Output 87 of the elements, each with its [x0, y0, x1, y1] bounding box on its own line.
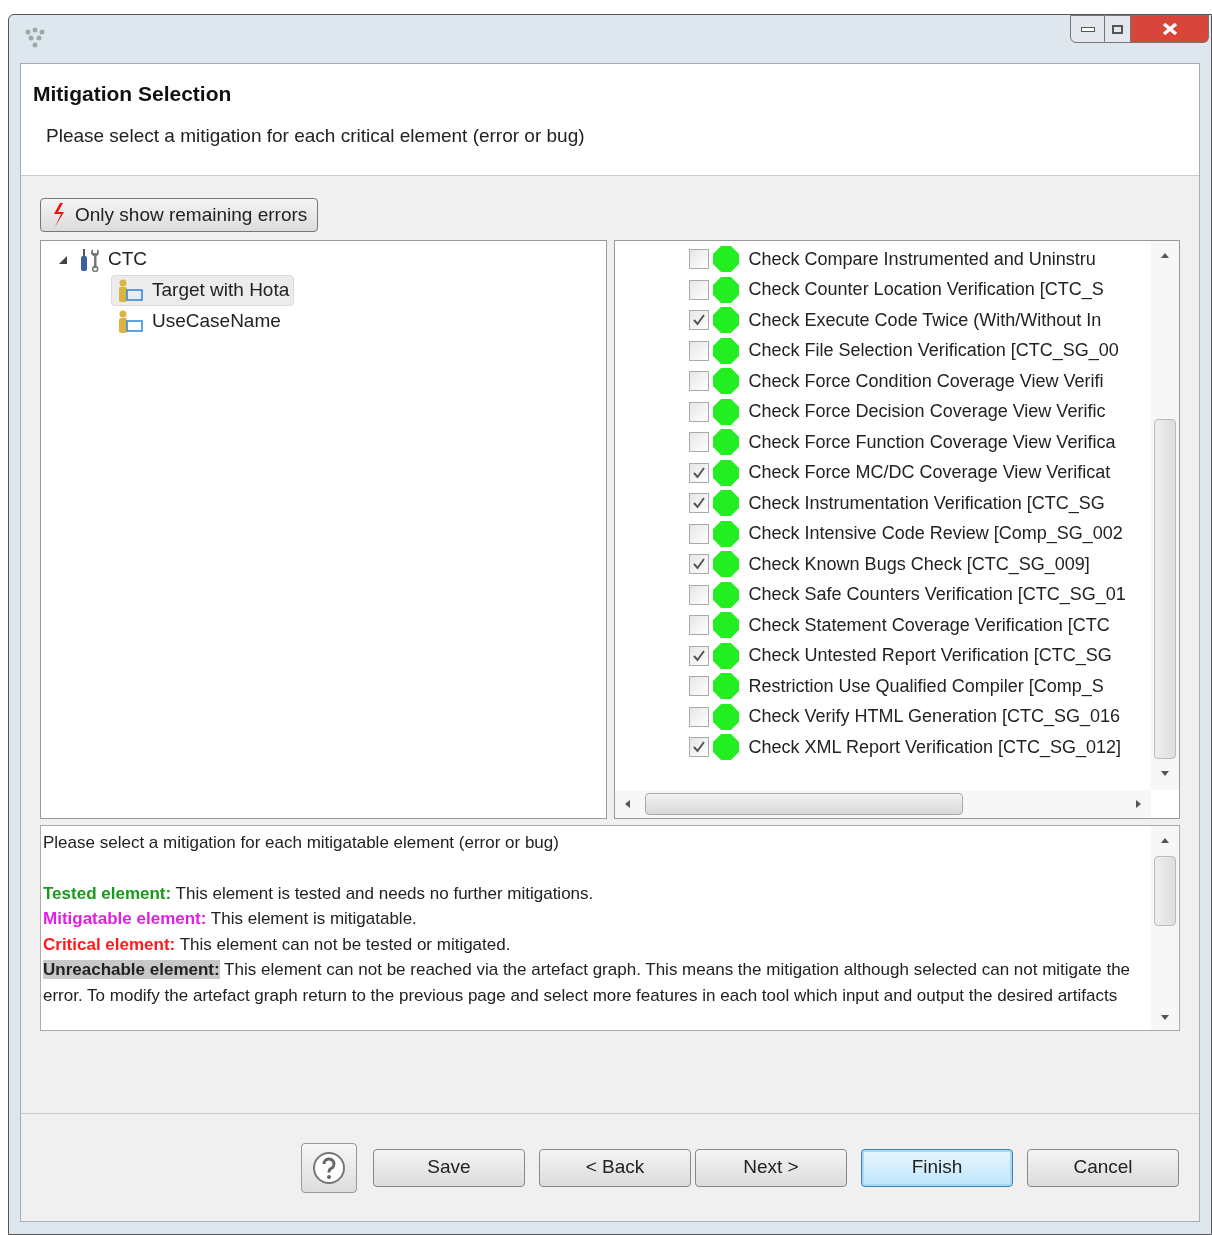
check-label: Check Known Bugs Check [CTC_SG_009]	[747, 552, 1090, 577]
filter-toggle-button[interactable]: Only show remaining errors	[40, 198, 319, 232]
scroll-up-arrow-icon[interactable]	[1160, 836, 1170, 846]
checkbox[interactable]	[688, 279, 709, 300]
scrollbar-thumb[interactable]	[1154, 856, 1176, 926]
dialog-button[interactable]: Save	[373, 1148, 525, 1187]
status-icon	[712, 246, 739, 273]
maximize-button[interactable]	[1105, 15, 1131, 43]
status-icon	[712, 612, 739, 639]
legend-entry: Critical element: This element can not be tested or mitigated.	[43, 933, 512, 956]
checkbox[interactable]	[688, 554, 709, 575]
check-label: Check Intensive Code Review [Comp_SG_002	[747, 522, 1123, 546]
person-folder-icon	[116, 278, 144, 303]
check-label: Check Safe Counters Verification [CTC_SG_01	[747, 583, 1126, 607]
status-icon	[712, 337, 739, 364]
status-icon	[712, 703, 739, 730]
scrollbar-thumb[interactable]	[644, 793, 963, 815]
status-icon	[712, 276, 739, 303]
check-label: Check Verify HTML Generation [CTC_SG_016	[747, 705, 1121, 729]
description-intro: Please select a mitigation for each mitigatable element (error or bug)	[43, 832, 560, 854]
checkbox[interactable]	[688, 462, 709, 483]
scrollbar-thumb[interactable]	[1154, 419, 1176, 759]
tree-item[interactable]: UseCaseName	[111, 306, 286, 337]
help-icon	[312, 1150, 346, 1185]
checkbox[interactable]	[688, 310, 709, 331]
page-subtitle: Please select a mitigation for each critical element (error or bug)	[45, 123, 586, 148]
legend-entry: Unreachable element: This element can not be reached via the artefact graph. This means the mitigation although selected can not mitigate the error. To modify the artefact graph return to the previous page and select more features in each tool which input and output the desired artifacts	[43, 959, 1132, 1007]
legend-entry: Mitigatable element: This element is mitigatable.	[43, 908, 418, 930]
status-icon	[712, 429, 739, 456]
status-icon	[712, 551, 739, 578]
dialog-button[interactable]: < Back	[539, 1148, 691, 1187]
dialog-button[interactable]: Next >	[695, 1148, 847, 1187]
checkbox[interactable]	[688, 371, 709, 392]
status-icon	[712, 459, 739, 486]
check-label: Check Force MC/DC Coverage View Verificat	[747, 461, 1111, 485]
scroll-up-arrow-icon[interactable]	[1160, 251, 1170, 261]
checkbox[interactable]	[688, 523, 709, 544]
checkbox[interactable]	[688, 493, 709, 514]
tree-item[interactable]: CTC	[73, 244, 153, 275]
checkbox[interactable]	[688, 249, 709, 270]
status-icon	[712, 520, 739, 547]
check-label: Check XML Report Verification [CTC_SG_012]	[747, 735, 1122, 760]
check-label: Check Instrumentation Verification [CTC_SG	[747, 491, 1105, 516]
checkbox[interactable]	[688, 645, 709, 666]
page-title: Mitigation Selection	[33, 81, 233, 107]
status-icon	[712, 368, 739, 395]
scroll-down-arrow-icon[interactable]	[1160, 768, 1170, 778]
checkbox[interactable]	[688, 432, 709, 453]
tree-item[interactable]: Target with Hota	[111, 275, 295, 306]
close-icon	[1161, 22, 1178, 36]
checkbox[interactable]	[688, 706, 709, 727]
checkbox[interactable]	[688, 340, 709, 361]
scroll-right-arrow-icon[interactable]	[1133, 799, 1143, 809]
status-icon	[712, 642, 739, 669]
tools-icon	[78, 247, 100, 272]
check-label: Check Force Function Coverage View Verifica	[747, 430, 1116, 454]
checkbox[interactable]	[688, 401, 709, 422]
vertical-scrollbar[interactable]	[1151, 241, 1179, 790]
horizontal-scrollbar[interactable]	[614, 790, 1151, 818]
check-label: Restriction Use Qualified Compiler [Comp_S	[747, 674, 1104, 699]
status-icon	[712, 307, 739, 334]
status-icon	[712, 398, 739, 425]
check-label: Check File Selection Verification [CTC_SG_00	[747, 339, 1119, 363]
legend-entry: Tested element: This element is tested and needs no further mitigations.	[43, 882, 595, 905]
checkbox[interactable]	[688, 737, 709, 758]
dialog-button[interactable]: Finish	[861, 1148, 1013, 1187]
check-label: Check Statement Coverage Verification [CTC	[747, 613, 1110, 637]
status-icon	[712, 581, 739, 608]
status-icon	[712, 673, 739, 700]
check-label: Check Counter Location Verification [CTC_S	[747, 278, 1104, 302]
checkbox[interactable]	[688, 615, 709, 636]
check-label: Check Execute Code Twice (With/Without In	[747, 308, 1102, 332]
person-folder-icon	[116, 309, 144, 334]
check-label: Check Force Decision Coverage View Verific	[747, 400, 1106, 424]
minimize-button[interactable]	[1070, 15, 1105, 43]
status-icon	[712, 490, 739, 517]
checkbox[interactable]	[688, 584, 709, 605]
check-label: Check Force Condition Coverage View Verifi	[747, 369, 1104, 393]
check-label: Check Untested Report Verification [CTC_SG	[747, 644, 1112, 668]
close-button[interactable]	[1131, 15, 1209, 43]
check-label: Check Compare Instrumented and Uninstru	[747, 247, 1096, 271]
help-button[interactable]	[301, 1142, 357, 1193]
vertical-scrollbar[interactable]	[1151, 826, 1179, 1030]
status-icon	[712, 734, 739, 761]
scroll-down-arrow-icon[interactable]	[1160, 1012, 1170, 1022]
checkbox[interactable]	[688, 676, 709, 697]
dialog-button[interactable]: Cancel	[1027, 1148, 1179, 1187]
